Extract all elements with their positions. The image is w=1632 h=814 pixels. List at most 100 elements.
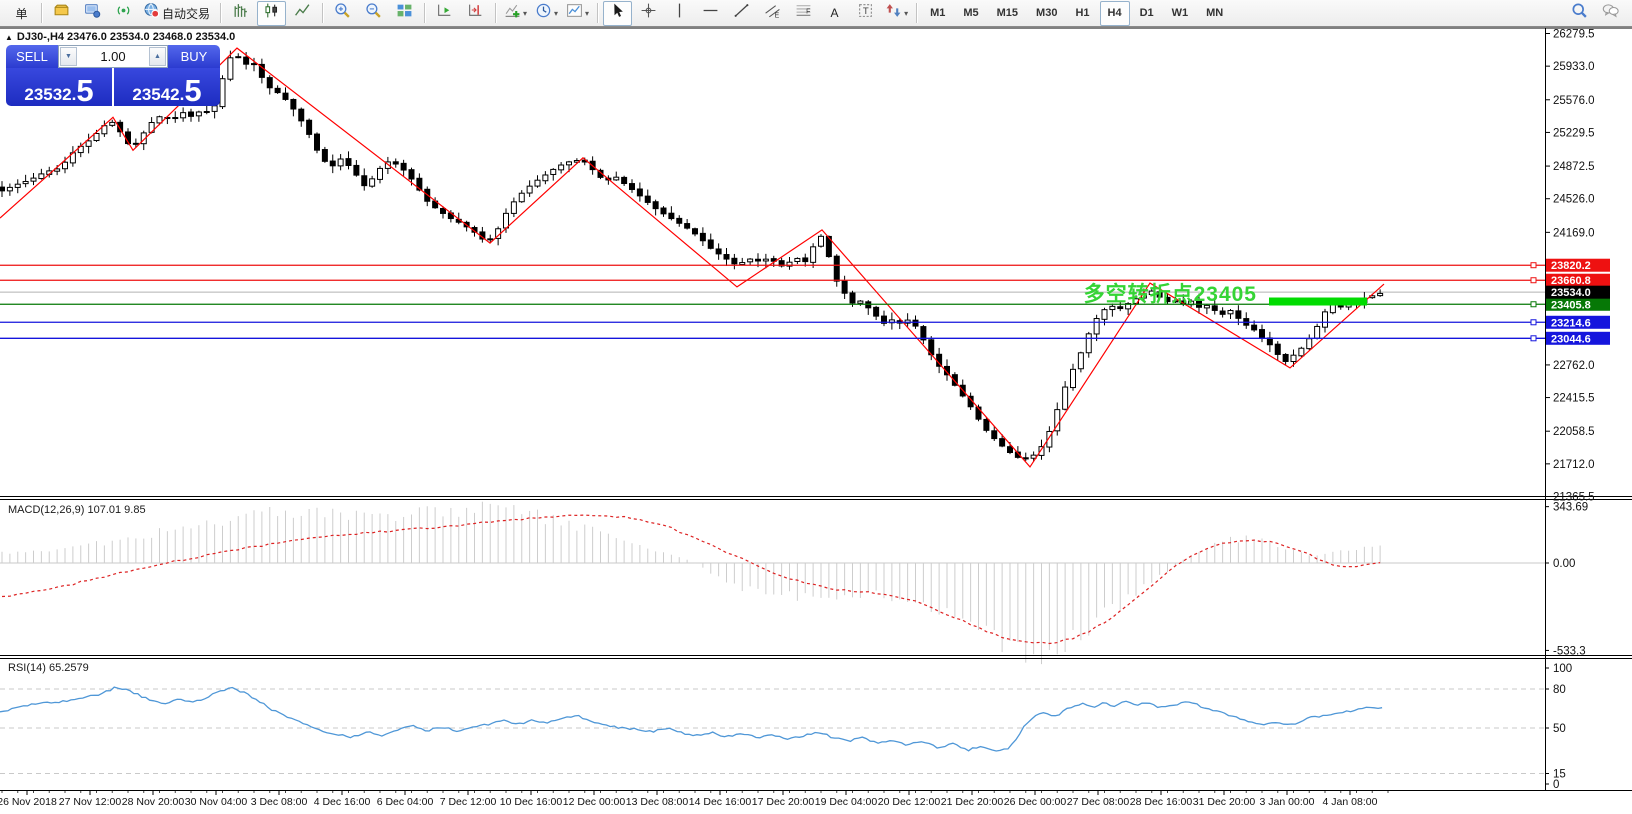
- crosshair-icon: [640, 2, 657, 24]
- toolbar-separator: [916, 3, 917, 23]
- highlight-trendline[interactable]: [1269, 298, 1367, 306]
- toolbar-separator: [495, 3, 496, 23]
- sell-price[interactable]: 23532.5: [6, 68, 112, 106]
- sell-price-big-digit: 5: [76, 79, 93, 103]
- text-label-icon: T: [857, 2, 874, 24]
- level-line-handle[interactable]: [1531, 320, 1536, 325]
- timeframe-M30-button[interactable]: M30: [1028, 1, 1065, 26]
- chart-shift-button[interactable]: [461, 1, 490, 26]
- trendline-button[interactable]: [727, 1, 756, 26]
- toolbar-separator: [220, 3, 221, 23]
- chat-button[interactable]: [1596, 1, 1625, 26]
- svg-text:14 Dec 16:00: 14 Dec 16:00: [689, 796, 752, 808]
- indicators-button[interactable]: ▾: [501, 1, 530, 26]
- sell-button[interactable]: SELL: [6, 45, 58, 68]
- timeframe-W1-button[interactable]: W1: [1164, 1, 1197, 26]
- trendline-icon: [733, 2, 750, 24]
- new-order-button[interactable]: 单: [7, 1, 36, 26]
- macd-panel: [0, 502, 1545, 664]
- candlesticks: [0, 51, 1383, 462]
- zoom-in-button[interactable]: [328, 1, 357, 26]
- equidistant-channel-button[interactable]: E: [758, 1, 787, 26]
- chart-annotation-text[interactable]: 多空转折点23405: [1005, 278, 1257, 308]
- one-click-trade-panel: SELL ▼ 1.00 ▲ BUY 23532.5 23542.5: [6, 45, 220, 106]
- bar-chart-button[interactable]: [226, 1, 255, 26]
- shapes-button[interactable]: ▾: [882, 1, 911, 26]
- candlestick-chart-button[interactable]: [257, 1, 286, 26]
- svg-text:-533.3: -533.3: [1553, 645, 1586, 657]
- zigzag-indicator-line: [0, 48, 1384, 467]
- timeframe-MN-label: MN: [1201, 7, 1228, 19]
- horizontal-line-button[interactable]: [696, 1, 725, 26]
- level-line-handle[interactable]: [1531, 302, 1536, 307]
- level-line-handle[interactable]: [1531, 336, 1536, 341]
- trading-app-window: 26279.525933.025576.025229.524872.524526…: [0, 0, 1632, 814]
- signals-button[interactable]: [109, 1, 138, 26]
- rsi-label: RSI(14) 65.2579: [8, 662, 89, 674]
- search-button[interactable]: [1565, 1, 1594, 26]
- shapes-icon: [885, 2, 902, 24]
- svg-text:17 Dec 20:00: 17 Dec 20:00: [752, 796, 815, 808]
- panel-frames: [0, 28, 1632, 791]
- auto-trading-label: 自动交易: [160, 5, 212, 22]
- timeframe-D1-button[interactable]: D1: [1132, 1, 1162, 26]
- volume-input[interactable]: 1.00: [78, 46, 148, 67]
- timeframe-M1-button[interactable]: M1: [922, 1, 953, 26]
- svg-text:4 Jan 08:00: 4 Jan 08:00: [1323, 796, 1378, 808]
- toolbar-separator: [597, 3, 598, 23]
- crosshair-button[interactable]: [634, 1, 663, 26]
- svg-text:23534.0: 23534.0: [1551, 287, 1591, 299]
- tile-windows-button[interactable]: [390, 1, 419, 26]
- svg-text:3 Jan 00:00: 3 Jan 00:00: [1260, 796, 1315, 808]
- zoom-out-icon: [365, 2, 382, 24]
- market-watch-button[interactable]: [78, 1, 107, 26]
- shapes-caret-icon: ▾: [904, 9, 908, 18]
- chart-shift-icon: [467, 2, 484, 24]
- volume-increase-button[interactable]: ▲: [149, 47, 166, 66]
- svg-text:27 Nov 12:00: 27 Nov 12:00: [59, 796, 122, 808]
- chart-files-button[interactable]: [47, 1, 76, 26]
- svg-text:26 Nov 2018: 26 Nov 2018: [0, 796, 57, 808]
- vertical-line-button[interactable]: [665, 1, 694, 26]
- svg-text:27 Dec 08:00: 27 Dec 08:00: [1067, 796, 1130, 808]
- line-chart-button[interactable]: [288, 1, 317, 26]
- time-axis[interactable]: 26 Nov 201827 Nov 12:0028 Nov 20:0030 No…: [0, 791, 1388, 808]
- cursor-button[interactable]: [603, 1, 632, 26]
- auto-trading-button[interactable]: 自动交易: [140, 1, 215, 26]
- templates-button[interactable]: ▾: [563, 1, 592, 26]
- chat-icon: [1602, 2, 1619, 24]
- volume-decrease-button[interactable]: ▼: [60, 47, 77, 66]
- chart-header: ▲DJ30-,H4 23476.0 23534.0 23468.0 23534.…: [5, 31, 235, 43]
- text-label: A: [829, 6, 841, 20]
- svg-text:25933.0: 25933.0: [1553, 61, 1595, 73]
- timeframe-M5-button[interactable]: M5: [955, 1, 986, 26]
- fibonacci-button[interactable]: F: [789, 1, 818, 26]
- timeframe-H4-button[interactable]: H4: [1100, 1, 1130, 26]
- timeframe-H1-button[interactable]: H1: [1067, 1, 1097, 26]
- svg-text:4 Dec 16:00: 4 Dec 16:00: [314, 796, 371, 808]
- auto-scroll-button[interactable]: [430, 1, 459, 26]
- buy-button[interactable]: BUY: [168, 45, 220, 68]
- periods-icon: [535, 2, 552, 24]
- zoom-out-button[interactable]: [359, 1, 388, 26]
- chart-canvas[interactable]: 26279.525933.025576.025229.524872.524526…: [0, 0, 1632, 814]
- text-button[interactable]: A: [820, 1, 849, 26]
- timeframe-M15-button[interactable]: M15: [989, 1, 1026, 26]
- sell-price-main: 23532: [24, 86, 71, 103]
- timeframe-D1-label: D1: [1135, 7, 1159, 19]
- timeframe-MN-button[interactable]: MN: [1198, 1, 1231, 26]
- level-line-handle[interactable]: [1531, 278, 1536, 283]
- collapse-triangle-icon[interactable]: ▲: [5, 33, 13, 42]
- svg-text:20 Dec 12:00: 20 Dec 12:00: [878, 796, 941, 808]
- signals-icon: [115, 2, 132, 24]
- price-axis[interactable]: 26279.525933.025576.025229.524872.524526…: [1545, 29, 1610, 792]
- svg-text:E: E: [775, 12, 780, 19]
- svg-text:10 Dec 16:00: 10 Dec 16:00: [500, 796, 563, 808]
- buy-price[interactable]: 23542.5: [114, 68, 220, 106]
- text-label-button[interactable]: T: [851, 1, 880, 26]
- timeframe-M30-label: M30: [1031, 7, 1062, 19]
- level-line-handle[interactable]: [1531, 263, 1536, 268]
- svg-text:23044.6: 23044.6: [1551, 333, 1591, 345]
- toolbar-right-group: [1564, 1, 1626, 26]
- periods-button[interactable]: ▾: [532, 1, 561, 26]
